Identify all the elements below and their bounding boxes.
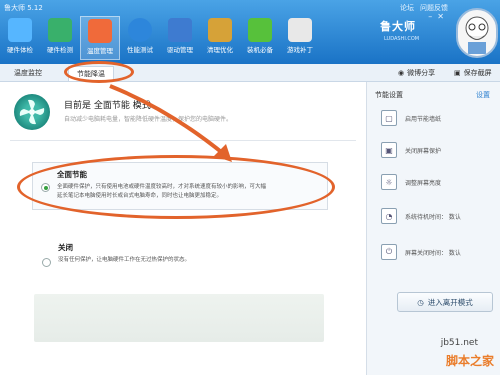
watermark-url: jb51.net — [440, 338, 478, 348]
setting-wallpaper[interactable]: ▢ 启用节能墙纸 — [381, 108, 441, 128]
setting-brightness[interactable]: ☼ 调整屏幕亮度 — [381, 172, 441, 192]
clock-small-icon: ◷ — [417, 297, 424, 307]
clock-icon: ◔ — [381, 208, 397, 224]
energy-settings-panel: 节能设置 设置 ▢ 启用节能墙纸 ▣ 关闭屏幕保护 ☼ 调整屏幕亮度 ◔ 系统待… — [366, 82, 500, 375]
watermark-brand: 脚本之家 — [445, 354, 494, 368]
power-icon: ⏻ — [381, 244, 397, 260]
setting-screensaver[interactable]: ▣ 关闭屏幕保护 — [381, 140, 441, 160]
brightness-icon: ☼ — [381, 174, 397, 190]
shield-icon: ▣ — [381, 142, 397, 158]
wallpaper-icon: ▢ — [381, 110, 397, 126]
settings-link[interactable]: 设置 — [476, 90, 490, 100]
leave-mode-button[interactable]: ◷ 进入离开模式 — [397, 292, 493, 312]
side-title: 节能设置 — [375, 91, 403, 99]
setting-standby-time[interactable]: ◔ 系统待机时间： 数认 — [381, 206, 461, 226]
setting-screen-off-time[interactable]: ⏻ 屏幕关闭时间： 数认 — [381, 242, 461, 262]
